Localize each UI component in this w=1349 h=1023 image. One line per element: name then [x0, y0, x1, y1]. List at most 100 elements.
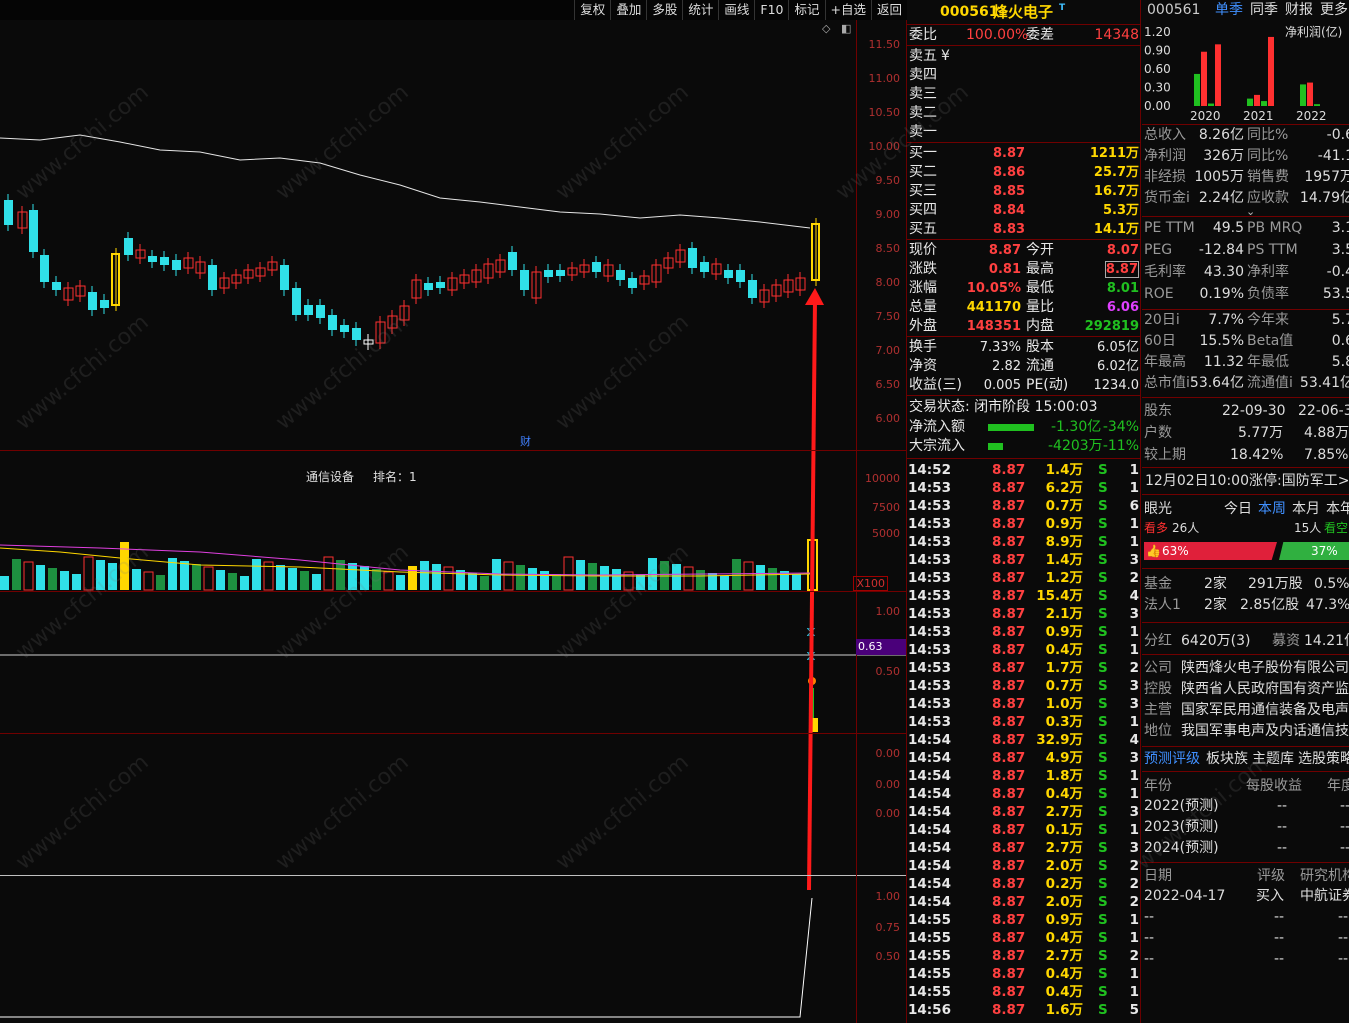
stat-label: 内盘 [1026, 318, 1054, 334]
tick-row[interactable]: 14:56 8.87 1.6万 S 5 [907, 1001, 1141, 1019]
stat-label: 涨幅 [909, 280, 937, 296]
volume-bar [696, 570, 705, 590]
indicator-tick: 0.00 [875, 807, 901, 820]
tick-row[interactable]: 14:55 8.87 2.7万 S 2 [907, 947, 1141, 965]
tick-time: 14:54 [908, 894, 951, 910]
eye-tab-month[interactable]: 本月 [1292, 500, 1320, 519]
tick-row[interactable]: 14:54 8.87 2.0万 S 2 [907, 893, 1141, 911]
tick-row[interactable]: 14:53 8.87 2.1万 S 3 [907, 605, 1141, 623]
tick-row[interactable]: 14:54 8.87 0.1万 S 1 [907, 821, 1141, 839]
tick-row[interactable]: 14:55 8.87 0.4万 S 1 [907, 983, 1141, 1001]
sell-label: 卖一 [909, 124, 937, 140]
net-profit-chart: 1.20 0.90 0.60 0.30 0.00 净利润(亿) 2020 2021 2022 [1144, 24, 1342, 123]
tick-row[interactable]: 14:54 8.87 0.4万 S 1 [907, 785, 1141, 803]
sell-row: 卖四 [907, 66, 1141, 85]
forecast-tab[interactable]: 预测评级 [1144, 750, 1200, 769]
limit-up-note[interactable]: 12月02日10:00涨停:国防军工> [1145, 472, 1349, 491]
f10-label: 同比% [1247, 148, 1289, 164]
tick-row[interactable]: 14:53 8.87 0.7万 S 6 [907, 497, 1141, 515]
f10-bar [1268, 36, 1274, 106]
toolbar-button-1[interactable]: 叠加 [610, 0, 646, 20]
toolbar-button-0[interactable]: 复权 [574, 0, 610, 20]
diamond-icon[interactable]: ◇ [822, 22, 830, 35]
eye-bull-label: 看多 [1144, 521, 1169, 535]
tick-row[interactable]: 14:53 8.87 1.2万 S 2 [907, 569, 1141, 587]
tick-time: 14:54 [908, 858, 951, 874]
tick-side: S [1098, 696, 1108, 712]
rating-date: -- [1144, 909, 1155, 925]
tab-more[interactable]: 更多 [1320, 1, 1348, 20]
tick-row[interactable]: 14:53 8.87 15.4万 S 4 [907, 587, 1141, 605]
tick-row[interactable]: 14:53 8.87 1.7万 S 2 [907, 659, 1141, 677]
toolbar-button-3[interactable]: 统计 [682, 0, 718, 20]
tick-row[interactable]: 14:53 8.87 1.4万 S 3 [907, 551, 1141, 569]
kline-chart-panel[interactable]: 复权叠加多股统计画线F10标记+自选返回 ⧖⧖ 11.50 11.00 10.50 1… [0, 0, 907, 1023]
volume-bar [156, 575, 165, 590]
tick-row[interactable]: 14:55 8.87 0.4万 S 1 [907, 965, 1141, 983]
volume-bar [36, 565, 45, 590]
stat-value: 7.33% [979, 340, 1021, 355]
tick-row[interactable]: 14:53 8.87 8.9万 S 1 [907, 533, 1141, 551]
tick-side: S [1098, 552, 1108, 568]
f10-value: 1957万 [1304, 169, 1349, 185]
candle-body [544, 270, 553, 277]
tick-count: 1 [1129, 930, 1139, 946]
indicator-tick: 1.00 [875, 890, 901, 903]
tick-row[interactable]: 14:54 8.87 0.2万 S 2 [907, 875, 1141, 893]
tick-row[interactable]: 14:52 8.87 1.4万 S 1 [907, 461, 1141, 479]
tick-row[interactable]: 14:54 8.87 2.0万 S 2 [907, 857, 1141, 875]
toolbar-button-2[interactable]: 多股 [646, 0, 682, 20]
tick-row[interactable]: 14:54 8.87 2.7万 S 3 [907, 839, 1141, 857]
tick-row[interactable]: 14:55 8.87 0.4万 S 1 [907, 929, 1141, 947]
tab-single-quarter[interactable]: 单季 [1215, 1, 1243, 20]
eye-tab-today[interactable]: 今日 [1224, 500, 1252, 519]
finance-marker[interactable]: 财 [520, 433, 531, 449]
f10-label: 净利润 [1144, 148, 1186, 164]
toolbar-button-5[interactable]: F10 [754, 0, 788, 20]
panel-toggle-icon[interactable]: ◧ [841, 22, 851, 35]
tick-row[interactable]: 14:53 8.87 0.7万 S 3 [907, 677, 1141, 695]
toolbar-button-7[interactable]: +自选 [824, 0, 871, 20]
toolbar-button-6[interactable]: 标记 [788, 0, 824, 20]
toolbar-button-4[interactable]: 画线 [718, 0, 754, 20]
holders-label: 股东 [1144, 403, 1172, 419]
tick-price: 8.87 [992, 894, 1026, 910]
tick-row[interactable]: 14:53 8.87 0.9万 S 1 [907, 515, 1141, 533]
tick-row[interactable]: 14:53 8.87 0.3万 S 1 [907, 713, 1141, 731]
eye-tab-year[interactable]: 本年 [1326, 500, 1349, 519]
forecast-pe: -- [1340, 798, 1349, 814]
tick-row[interactable]: 14:55 8.87 0.9万 S 1 [907, 911, 1141, 929]
volume-bar [216, 570, 225, 590]
stat-label: PE(动) [1026, 377, 1069, 393]
forecast-head: 年份 每股收益 年度P [1144, 777, 1349, 796]
f10-value: 326万 [1203, 148, 1244, 164]
f10-value: 43.30 [1203, 264, 1244, 280]
price-tick: 10.00 [868, 140, 901, 153]
tick-time: 14:54 [908, 840, 951, 856]
volume-bar [408, 566, 417, 590]
tick-row[interactable]: 14:53 8.87 0.4万 S 1 [907, 641, 1141, 659]
forecast-tab[interactable]: 选股策略 [1298, 750, 1349, 769]
stat-row: 现价 8.87 今开 8.07 [907, 241, 1141, 260]
forecast-tab[interactable]: 板块族 [1206, 750, 1248, 769]
volume-bar [312, 574, 321, 590]
tick-row[interactable]: 14:53 8.87 0.9万 S 1 [907, 623, 1141, 641]
stat-value: 2.82 [992, 359, 1021, 374]
tick-row[interactable]: 14:54 8.87 1.8万 S 1 [907, 767, 1141, 785]
tick-row[interactable]: 14:54 8.87 4.9万 S 3 [907, 749, 1141, 767]
stock-name[interactable]: 烽火电子 [993, 3, 1053, 22]
tick-row[interactable]: 14:54 8.87 2.7万 S 3 [907, 803, 1141, 821]
tab-same-quarter[interactable]: 同季 [1250, 1, 1278, 20]
chart-canvas[interactable]: ⧖⧖ [0, 20, 906, 1023]
tick-row[interactable]: 14:53 8.87 1.0万 S 3 [907, 695, 1141, 713]
stat-value: 8.87 [988, 243, 1021, 258]
tab-report[interactable]: 财报 [1285, 1, 1313, 20]
toolbar-button-8[interactable]: 返回 [870, 0, 907, 20]
tick-row[interactable]: 14:53 8.87 6.2万 S 1 [907, 479, 1141, 497]
tick-row[interactable]: 14:54 8.87 32.9万 S 4 [907, 731, 1141, 749]
forecast-tab[interactable]: 主题库 [1252, 750, 1294, 769]
eye-tab-week[interactable]: 本周 [1258, 500, 1286, 519]
candle-body [436, 282, 445, 288]
indicator3-line [0, 897, 813, 1018]
tick-side: S [1098, 930, 1108, 946]
